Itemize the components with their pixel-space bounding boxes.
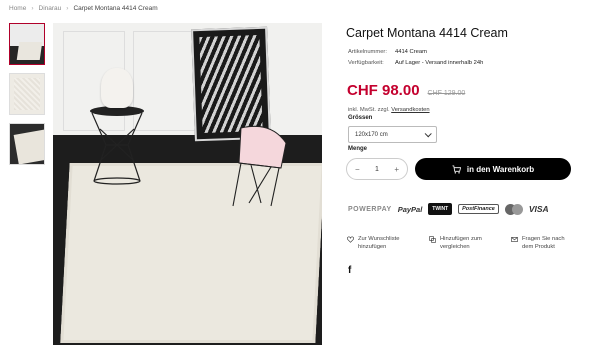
- thumbnail-2[interactable]: [9, 73, 45, 115]
- mastercard-logo: [504, 203, 523, 215]
- quantity-value[interactable]: 1: [375, 166, 379, 173]
- wishlist-label: Zur Wunschliste hinzufügen: [358, 236, 400, 250]
- breadcrumb-separator: ›: [66, 5, 69, 12]
- price-block: CHF 98.00 CHF 129.00: [347, 82, 465, 99]
- quantity-label: Menge: [348, 146, 368, 152]
- add-to-cart-button[interactable]: in den Warenkorb: [415, 158, 571, 180]
- cart-icon: [452, 164, 461, 174]
- thumbnail-list: [9, 23, 45, 173]
- size-label: Grössen: [348, 115, 373, 121]
- wishlist-link[interactable]: Zur Wunschliste hinzufügen: [347, 235, 407, 251]
- compare-label: Hinzufügen zum vergleichen: [440, 236, 482, 250]
- breadcrumb: Home › Dinarau › Carpet Montana 4414 Cre…: [9, 5, 158, 12]
- meta-label: Artikelnummer:: [348, 49, 387, 55]
- chevron-down-icon: [424, 130, 432, 138]
- wire-chair: [232, 125, 287, 207]
- powerpay-logo: POWERPAY: [348, 205, 392, 213]
- meta-label: Verfügbarkeit:: [348, 60, 384, 66]
- mail-icon: [511, 237, 518, 242]
- old-price: CHF 129.00: [427, 90, 466, 97]
- tax-note: inkl. MwSt. zzgl. Versandkosten: [348, 106, 430, 115]
- compare-icon: [429, 236, 436, 243]
- side-table: [90, 106, 144, 185]
- size-select[interactable]: 120x170 cm: [348, 126, 437, 143]
- meta-value: 4414 Cream: [395, 49, 427, 55]
- postfinance-logo: PostFinance: [458, 204, 499, 214]
- visa-logo: VISA: [528, 204, 549, 214]
- product-image[interactable]: [53, 23, 322, 345]
- paypal-logo: PayPal: [397, 204, 423, 214]
- thumbnail-1[interactable]: [9, 23, 45, 65]
- quantity-stepper[interactable]: − 1 +: [346, 158, 408, 180]
- facebook-icon[interactable]: f: [348, 265, 351, 276]
- ask-question-link[interactable]: Fragen Sie nach dem Produkt: [511, 235, 571, 251]
- ask-label: Fragen Sie nach dem Produkt: [522, 236, 565, 250]
- breadcrumb-home[interactable]: Home: [9, 5, 26, 12]
- breadcrumb-current: Carpet Montana 4414 Cream: [73, 5, 158, 12]
- compare-link[interactable]: Hinzufügen zum vergleichen: [429, 235, 489, 251]
- meta-value: Auf Lager - Versand innerhalb 24h: [395, 60, 484, 66]
- breadcrumb-category[interactable]: Dinarau: [39, 5, 62, 12]
- thumbnail-3[interactable]: [9, 123, 45, 165]
- product-title: Carpet Montana 4414 Cream: [346, 26, 508, 40]
- size-value: 120x170 cm: [355, 131, 388, 138]
- heart-icon: [347, 236, 354, 243]
- shipping-link[interactable]: Versandkosten: [391, 107, 429, 113]
- product-meta: Artikelnummer: 4414 Cream Verfügbarkeit:…: [348, 47, 483, 69]
- increase-button[interactable]: +: [394, 165, 399, 174]
- twint-logo: TWINT: [428, 203, 453, 215]
- vase-sculpture: [101, 68, 133, 108]
- decrease-button[interactable]: −: [355, 165, 360, 174]
- breadcrumb-separator: ›: [31, 5, 34, 12]
- product-actions: Zur Wunschliste hinzufügen Hinzufügen zu…: [347, 235, 571, 251]
- tax-text: inkl. MwSt. zzgl.: [348, 107, 390, 113]
- payment-methods: POWERPAY PayPal TWINT PostFinance VISA: [348, 203, 549, 215]
- cart-button-label: in den Warenkorb: [466, 164, 535, 174]
- current-price: CHF 98.00: [347, 82, 420, 99]
